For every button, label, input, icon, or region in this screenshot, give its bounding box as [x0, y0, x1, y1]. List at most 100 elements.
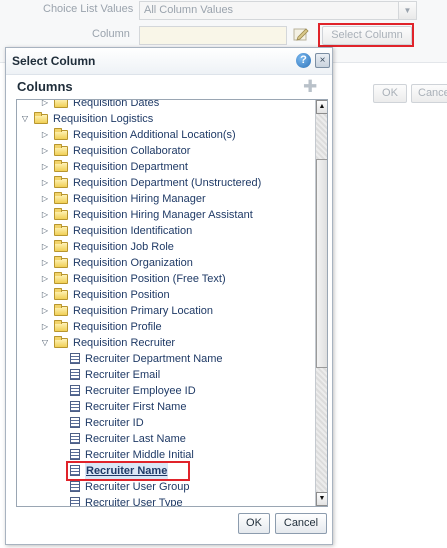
- background-cancel-button[interactable]: Cance: [411, 84, 447, 103]
- expand-icon[interactable]: ▷: [40, 175, 50, 191]
- tree-folder-row[interactable]: ▷ Requisition Organization: [17, 255, 313, 271]
- tree-item-label[interactable]: Requisition Profile: [73, 319, 162, 335]
- scrollbar-thumb[interactable]: [316, 159, 327, 368]
- tree-item-label[interactable]: Requisition Dates: [73, 100, 159, 111]
- folder-icon: [54, 304, 68, 316]
- column-icon: [70, 353, 80, 364]
- scroll-down-icon[interactable]: ▼: [316, 492, 327, 506]
- tree-item-label[interactable]: Requisition Collaborator: [73, 143, 190, 159]
- expand-icon[interactable]: ▷: [40, 271, 50, 287]
- tree-item-label[interactable]: Requisition Logistics: [53, 111, 153, 127]
- choice-list-select[interactable]: All Column Values ▼: [139, 1, 417, 20]
- column-icon: [70, 481, 80, 492]
- folder-icon: [54, 100, 68, 108]
- select-column-highlight: [318, 23, 414, 47]
- tree-item-label[interactable]: Requisition Organization: [73, 255, 193, 271]
- tree-folder-row[interactable]: ▽ Requisition Recruiter: [17, 335, 313, 351]
- chevron-down-icon[interactable]: ▼: [398, 2, 416, 19]
- tree-item-label[interactable]: Requisition Job Role: [73, 239, 174, 255]
- tree-folder-row[interactable]: ▷ Requisition Additional Location(s): [17, 127, 313, 143]
- background-ok-button[interactable]: OK: [373, 84, 407, 103]
- tree-item-label[interactable]: Requisition Additional Location(s): [73, 127, 236, 143]
- tree-item-label[interactable]: Requisition Hiring Manager Assistant: [73, 207, 253, 223]
- tree-folder-row[interactable]: ▷ Requisition Dates: [17, 100, 313, 111]
- tree-item-label[interactable]: Requisition Position (Free Text): [73, 271, 226, 287]
- tree-item-label[interactable]: Recruiter Employee ID: [85, 383, 196, 399]
- dialog-title-bar: Select Column ? ×: [6, 48, 332, 75]
- tree-item-label[interactable]: Requisition Hiring Manager: [73, 191, 206, 207]
- column-field[interactable]: [139, 26, 287, 45]
- selected-column-highlight: [66, 461, 190, 481]
- expand-icon[interactable]: ▷: [40, 255, 50, 271]
- expand-icon[interactable]: ▷: [40, 159, 50, 175]
- tree-item-label[interactable]: Recruiter Email: [85, 367, 160, 383]
- column-icon: [70, 401, 80, 412]
- cancel-button[interactable]: Cancel: [275, 513, 327, 534]
- tree-item-label[interactable]: Requisition Position: [73, 287, 170, 303]
- tree-item-label[interactable]: Recruiter Department Name: [85, 351, 223, 367]
- help-icon[interactable]: ?: [296, 53, 311, 68]
- tree-item-label[interactable]: Requisition Primary Location: [73, 303, 213, 319]
- tree-column-row[interactable]: Recruiter Email: [17, 367, 313, 383]
- folder-icon: [54, 144, 68, 156]
- tree-column-row[interactable]: Recruiter User Group: [17, 479, 313, 495]
- expand-icon[interactable]: ▷: [40, 191, 50, 207]
- folder-icon: [54, 272, 68, 284]
- tree-column-row[interactable]: Recruiter First Name: [17, 399, 313, 415]
- collapse-icon[interactable]: ▽: [20, 111, 30, 127]
- tree-item-label[interactable]: Recruiter Last Name: [85, 431, 186, 447]
- tree-folder-row[interactable]: ▽ Requisition Logistics: [17, 111, 313, 127]
- collapse-icon[interactable]: ▽: [40, 335, 50, 351]
- tree-item-label[interactable]: Recruiter First Name: [85, 399, 186, 415]
- expand-icon[interactable]: ▷: [40, 223, 50, 239]
- column-icon: [70, 433, 80, 444]
- tree-folder-row[interactable]: ▷ Requisition Position (Free Text): [17, 271, 313, 287]
- tree-folder-row[interactable]: ▷ Requisition Primary Location: [17, 303, 313, 319]
- tree-column-row[interactable]: Recruiter Department Name: [17, 351, 313, 367]
- tree-folder-row[interactable]: ▷ Requisition Job Role: [17, 239, 313, 255]
- tree-column-row[interactable]: Recruiter User Type: [17, 495, 313, 506]
- tree-folder-row[interactable]: ▷ Requisition Hiring Manager: [17, 191, 313, 207]
- folder-icon: [54, 208, 68, 220]
- close-icon[interactable]: ×: [315, 53, 330, 68]
- expand-icon[interactable]: ▷: [40, 100, 50, 111]
- vertical-scrollbar[interactable]: ▲ ▼: [315, 100, 327, 506]
- tree-column-row[interactable]: Recruiter Employee ID: [17, 383, 313, 399]
- expand-icon[interactable]: ▷: [40, 207, 50, 223]
- expand-icon[interactable]: ▷: [40, 319, 50, 335]
- ok-button[interactable]: OK: [238, 513, 270, 534]
- tree-item-label[interactable]: Requisition Recruiter: [73, 335, 175, 351]
- scroll-up-icon[interactable]: ▲: [316, 100, 327, 114]
- folder-icon: [54, 176, 68, 188]
- tree-item-label[interactable]: Requisition Department: [73, 159, 188, 175]
- column-icon: [70, 369, 80, 380]
- tree-folder-row[interactable]: ▷ Requisition Profile: [17, 319, 313, 335]
- tree-column-row[interactable]: Recruiter ID: [17, 415, 313, 431]
- edit-column-icon[interactable]: [293, 26, 309, 42]
- expand-icon[interactable]: ▷: [40, 127, 50, 143]
- folder-icon: [54, 224, 68, 236]
- expand-icon[interactable]: ▷: [40, 143, 50, 159]
- choice-list-label: Choice List Values: [43, 3, 134, 15]
- columns-header: Columns: [17, 79, 73, 94]
- column-tree[interactable]: ▷ Requisition Dates ▽ Requisition Logistics…: [16, 99, 328, 507]
- tree-column-row[interactable]: Recruiter Last Name: [17, 431, 313, 447]
- expand-icon[interactable]: ▷: [40, 239, 50, 255]
- add-icon: ✚: [303, 77, 318, 96]
- tree-item-label[interactable]: Recruiter User Group: [85, 479, 190, 495]
- tree-folder-row[interactable]: ▷ Requisition Position: [17, 287, 313, 303]
- tree-folder-row[interactable]: ▷ Requisition Department (Unstructered): [17, 175, 313, 191]
- tree-item-label[interactable]: Recruiter ID: [85, 415, 144, 431]
- tree-folder-row[interactable]: ▷ Requisition Identification: [17, 223, 313, 239]
- tree-item-label[interactable]: Requisition Identification: [73, 223, 192, 239]
- tree-item-label[interactable]: Requisition Department (Unstructered): [73, 175, 261, 191]
- expand-icon[interactable]: ▷: [40, 303, 50, 319]
- tree-folder-row[interactable]: ▷ Requisition Hiring Manager Assistant: [17, 207, 313, 223]
- tree-item-label[interactable]: Recruiter User Type: [85, 495, 183, 506]
- column-icon: [70, 497, 80, 506]
- tree-folder-row[interactable]: ▷ Requisition Department: [17, 159, 313, 175]
- choice-list-value: All Column Values: [144, 4, 234, 16]
- tree-folder-row[interactable]: ▷ Requisition Collaborator: [17, 143, 313, 159]
- expand-icon[interactable]: ▷: [40, 287, 50, 303]
- folder-icon: [54, 256, 68, 268]
